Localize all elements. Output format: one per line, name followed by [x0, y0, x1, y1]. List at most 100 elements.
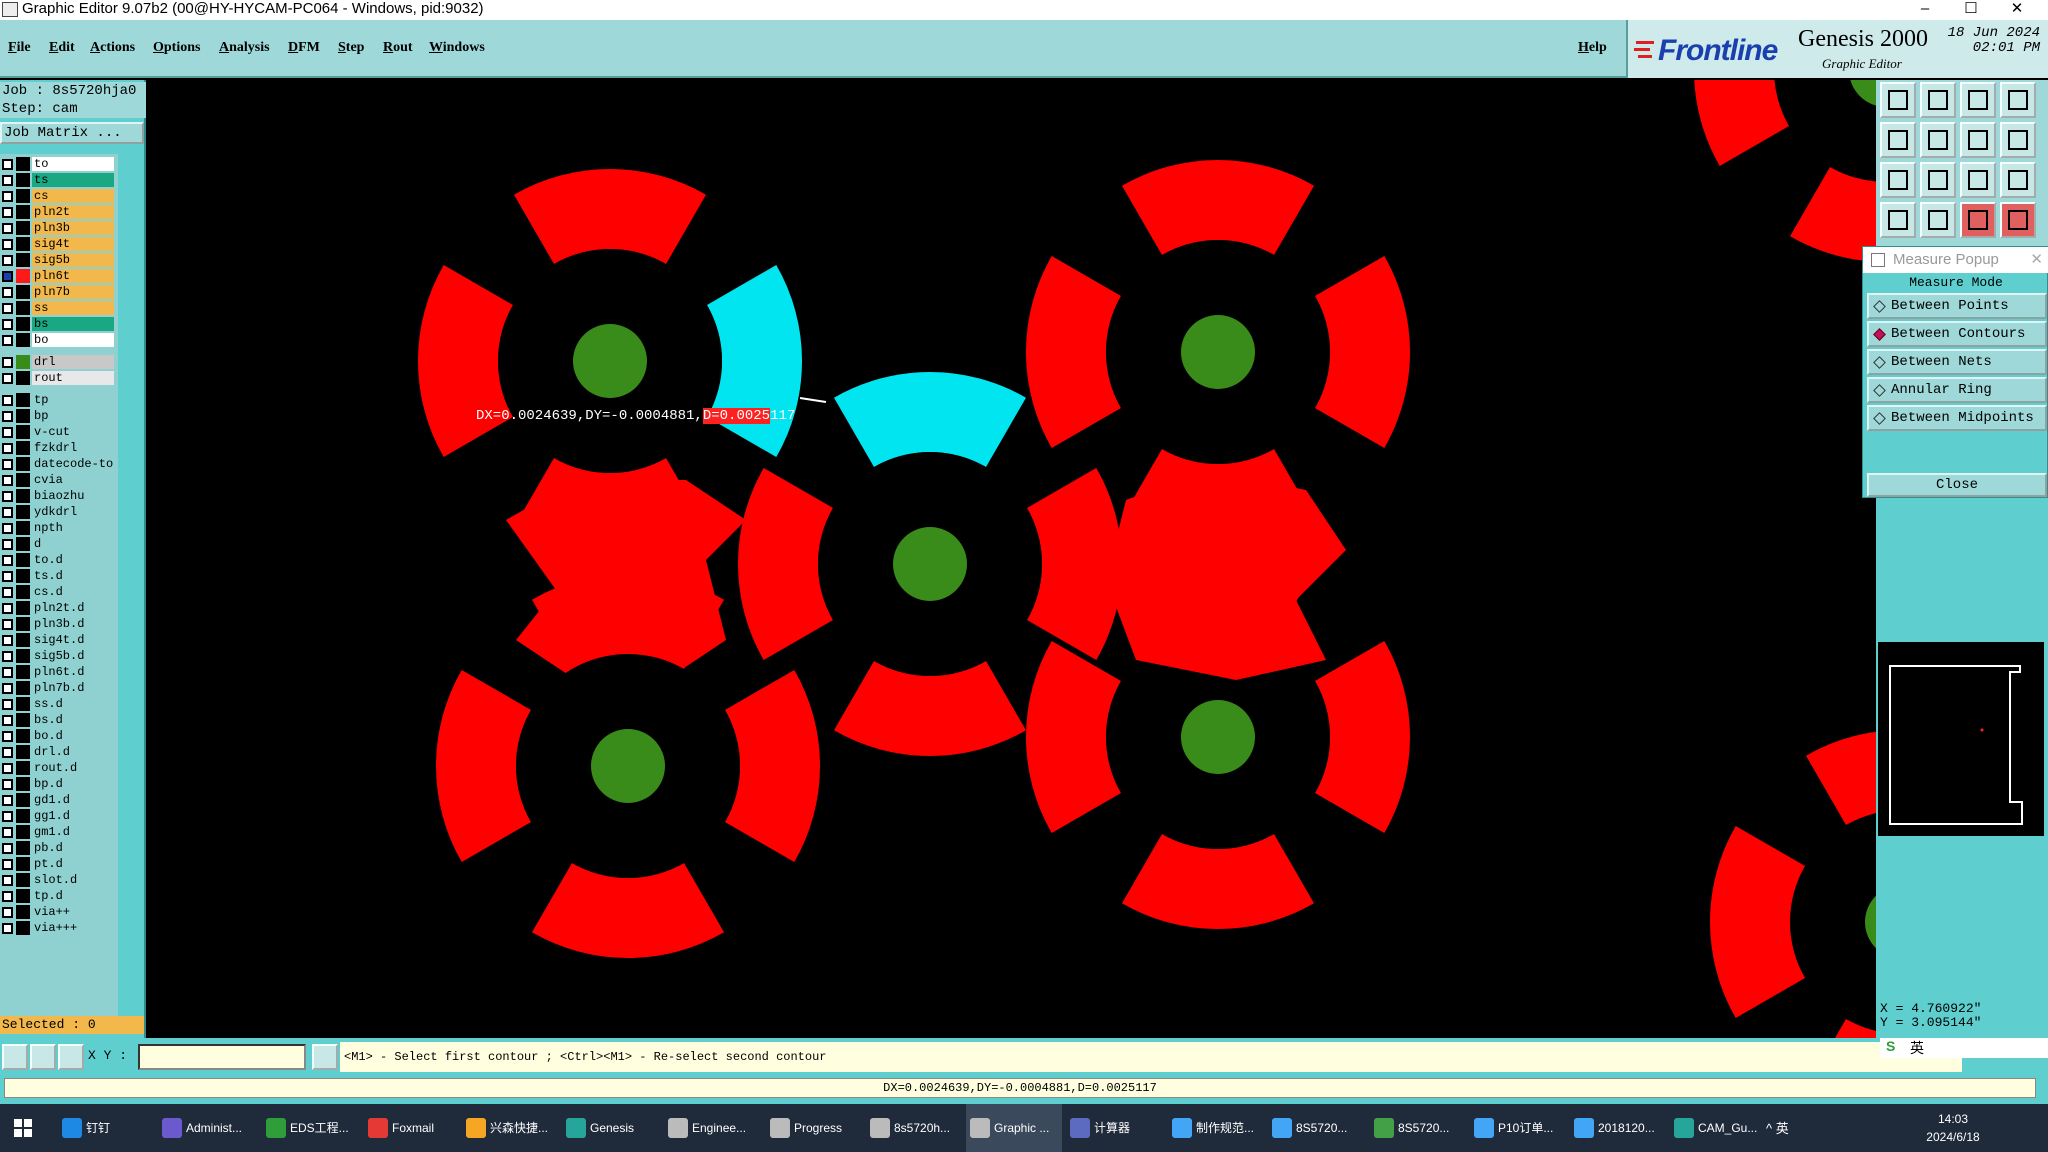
layer-row-gm1.d[interactable]: gm1.d: [0, 824, 118, 840]
layer-color-swatch[interactable]: [16, 505, 30, 519]
layer-row-fzkdrl[interactable]: fzkdrl: [0, 440, 118, 456]
layer-checkbox[interactable]: [2, 207, 13, 218]
taskbar-item[interactable]: 2018120...: [1570, 1104, 1666, 1152]
drill-hole[interactable]: [1181, 315, 1255, 389]
layer-name[interactable]: bs: [32, 317, 114, 331]
layer-row-ss.d[interactable]: ss.d: [0, 696, 118, 712]
layer-checkbox[interactable]: [2, 427, 13, 438]
maximize-button[interactable]: ☐: [1948, 0, 1994, 20]
thermal-spoke[interactable]: [1694, 80, 1790, 166]
layer-color-swatch[interactable]: [16, 569, 30, 583]
layer-name[interactable]: pln7b: [32, 285, 114, 299]
system-tray[interactable]: ^ 英: [1766, 1118, 1789, 1137]
layer-color-swatch[interactable]: [16, 761, 30, 775]
layer-name[interactable]: pln3b: [32, 221, 114, 235]
layer-name[interactable]: npth: [32, 521, 114, 535]
layer-color-swatch[interactable]: [16, 745, 30, 759]
popup-close-icon[interactable]: ✕: [2030, 247, 2043, 273]
layer-name[interactable]: to: [32, 157, 114, 171]
taskbar-item[interactable]: 8s5720h...: [866, 1104, 962, 1152]
layer-checkbox[interactable]: [2, 715, 13, 726]
taskbar-item[interactable]: Foxmail: [364, 1104, 460, 1152]
layer-checkbox[interactable]: [2, 507, 13, 518]
drill-hole[interactable]: [1181, 700, 1255, 774]
layer-row-pln6t.d[interactable]: pln6t.d: [0, 664, 118, 680]
layer-checkbox[interactable]: [2, 459, 13, 470]
menu-edit[interactable]: Edit: [49, 40, 75, 56]
layer-color-swatch[interactable]: [16, 355, 30, 369]
layer-row-to.d[interactable]: to.d: [0, 552, 118, 568]
thermal-spoke[interactable]: [1806, 1018, 1876, 1038]
shape-tool-icon[interactable]: [2, 1044, 28, 1070]
layer-checkbox[interactable]: [2, 443, 13, 454]
layer-name[interactable]: pln6t.d: [32, 665, 114, 679]
layer-checkbox[interactable]: [2, 875, 13, 886]
thermal-spoke[interactable]: [1710, 826, 1806, 1018]
layer-row-d[interactable]: d: [0, 536, 118, 552]
taskbar-item[interactable]: Progress: [766, 1104, 862, 1152]
layer-row-cs.d[interactable]: cs.d: [0, 584, 118, 600]
taskbar-item[interactable]: 计算器: [1066, 1104, 1162, 1152]
layer-name[interactable]: pln7b.d: [32, 681, 114, 695]
layer-checkbox[interactable]: [2, 683, 13, 694]
layer-row-pln2t.d[interactable]: pln2t.d: [0, 600, 118, 616]
menu-help[interactable]: Help: [1578, 40, 1607, 56]
layer-color-swatch[interactable]: [16, 221, 30, 235]
drill-hole[interactable]: [573, 324, 647, 398]
tool-zoom-out-icon[interactable]: [1920, 122, 1956, 158]
layer-checkbox[interactable]: [2, 159, 13, 170]
layer-row-pln3b[interactable]: pln3b: [0, 220, 118, 236]
layer-checkbox[interactable]: [2, 223, 13, 234]
layer-color-swatch[interactable]: [16, 681, 30, 695]
layer-name[interactable]: ydkdrl: [32, 505, 114, 519]
layer-checkbox[interactable]: [2, 191, 13, 202]
layer-name[interactable]: bo: [32, 333, 114, 347]
layer-checkbox[interactable]: [2, 287, 13, 298]
option-between-contours[interactable]: Between Contours: [1867, 321, 2047, 347]
layer-color-swatch[interactable]: [16, 793, 30, 807]
layer-checkbox[interactable]: [2, 571, 13, 582]
grid-tool-icon[interactable]: [58, 1044, 84, 1070]
layer-name[interactable]: pln6t: [32, 269, 114, 283]
layer-checkbox[interactable]: [2, 811, 13, 822]
layer-row-rout[interactable]: rout: [0, 370, 118, 386]
layer-checkbox[interactable]: [2, 523, 13, 534]
layer-row-ts[interactable]: ts: [0, 172, 118, 188]
layer-name[interactable]: bp.d: [32, 777, 114, 791]
layer-checkbox[interactable]: [2, 175, 13, 186]
layer-name[interactable]: bo.d: [32, 729, 114, 743]
layer-name[interactable]: d: [32, 537, 114, 551]
layer-color-swatch[interactable]: [16, 649, 30, 663]
ime-toolbar[interactable]: S 英: [1880, 1038, 2048, 1058]
layer-checkbox[interactable]: [2, 303, 13, 314]
layer-color-swatch[interactable]: [16, 585, 30, 599]
layer-name[interactable]: drl: [32, 355, 114, 369]
layer-row-gg1.d[interactable]: gg1.d: [0, 808, 118, 824]
copper-region[interactable]: [506, 480, 746, 680]
close-button[interactable]: ✕: [1994, 0, 2040, 20]
tool-save-icon[interactable]: [1920, 82, 1956, 118]
layer-row-ss[interactable]: ss: [0, 300, 118, 316]
layer-checkbox[interactable]: [2, 357, 13, 368]
layer-name[interactable]: drl.d: [32, 745, 114, 759]
layer-row-sig4t.d[interactable]: sig4t.d: [0, 632, 118, 648]
layer-row-drl[interactable]: drl: [0, 354, 118, 370]
drill-hole[interactable]: [1865, 885, 1876, 959]
layer-row-slot.d[interactable]: slot.d: [0, 872, 118, 888]
menu-windows[interactable]: Windows: [429, 40, 485, 56]
layer-color-swatch[interactable]: [16, 553, 30, 567]
layer-checkbox[interactable]: [2, 763, 13, 774]
layer-color-swatch[interactable]: [16, 473, 30, 487]
layer-name[interactable]: sig5b.d: [32, 649, 114, 663]
layer-checkbox[interactable]: [2, 587, 13, 598]
layer-row-pb.d[interactable]: pb.d: [0, 840, 118, 856]
layer-name[interactable]: cs.d: [32, 585, 114, 599]
layer-checkbox[interactable]: [2, 731, 13, 742]
layer-row-pln2t[interactable]: pln2t: [0, 204, 118, 220]
option-between-midpoints[interactable]: Between Midpoints: [1867, 405, 2047, 431]
tool-fit-icon[interactable]: [1880, 162, 1916, 198]
layer-name[interactable]: v-cut: [32, 425, 114, 439]
layer-row-bo.d[interactable]: bo.d: [0, 728, 118, 744]
layer-name[interactable]: to.d: [32, 553, 114, 567]
drill-hole[interactable]: [1849, 80, 1876, 107]
